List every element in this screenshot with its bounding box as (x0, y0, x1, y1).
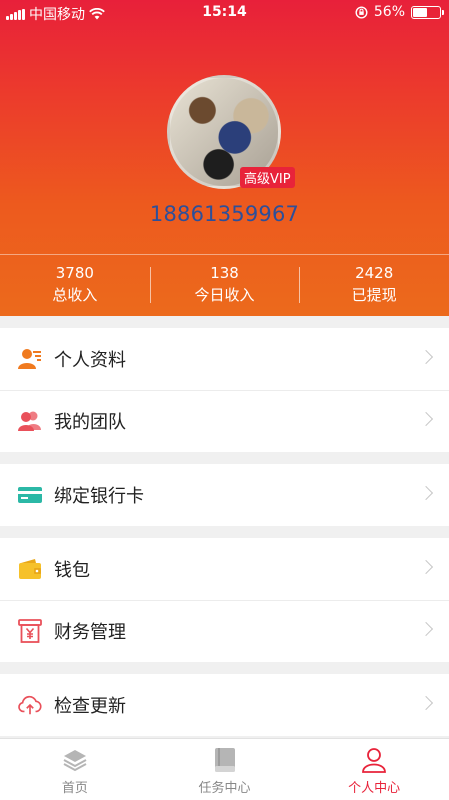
stats-bar: 3780 总收入 138 今日收入 2428 已提现 (0, 254, 449, 316)
profile-header: 中国移动 15:14 56% 高级VIP 18861359967 3780 总收… (0, 0, 449, 316)
menu-group-system: 检查更新 (0, 674, 449, 736)
chevron-right-icon (418, 621, 434, 637)
bank-card-icon (18, 483, 42, 507)
battery-percent: 56% (373, 4, 405, 20)
menu-item-bind-card[interactable]: 绑定银行卡 (0, 464, 449, 526)
user-icon (361, 747, 387, 773)
stat-today-income[interactable]: 138 今日收入 (149, 255, 300, 316)
stat-value: 3780 (55, 264, 94, 282)
menu-label: 我的团队 (54, 412, 126, 433)
user-phone: 18861359967 (149, 202, 300, 226)
stat-value: 138 (210, 264, 239, 282)
status-bar: 中国移动 15:14 56% (0, 0, 449, 24)
rotation-lock-icon (355, 5, 368, 19)
battery-icon (411, 5, 444, 19)
menu-label: 钱包 (54, 560, 90, 581)
menu-item-wallet[interactable]: 钱包 (0, 538, 449, 600)
menu-group-profile: 个人资料 我的团队 (0, 328, 449, 452)
cloud-upload-icon (18, 693, 42, 717)
menu-label: 检查更新 (54, 696, 126, 717)
stat-label: 总收入 (52, 286, 98, 304)
chevron-right-icon (418, 411, 434, 427)
stat-withdrawn[interactable]: 2428 已提现 (299, 255, 449, 316)
menu-list: 个人资料 我的团队 绑定银行卡 钱包 财务管理 检查更新 (0, 316, 449, 736)
tab-home[interactable]: 首页 (0, 739, 150, 800)
vip-badge: 高级VIP (240, 167, 295, 188)
team-icon (18, 409, 42, 433)
chevron-right-icon (418, 695, 434, 711)
stat-value: 2428 (355, 264, 394, 282)
layers-icon (62, 747, 88, 773)
book-icon (212, 747, 238, 773)
chevron-right-icon (418, 485, 434, 501)
tab-bar: 首页 任务中心 个人中心 (0, 738, 449, 800)
tab-label: 首页 (61, 781, 88, 796)
id-card-icon (18, 347, 42, 371)
menu-item-personal-info[interactable]: 个人资料 (0, 328, 449, 390)
chevron-right-icon (418, 559, 434, 575)
finance-icon (18, 619, 42, 643)
menu-label: 个人资料 (54, 350, 126, 371)
tab-label: 任务中心 (198, 781, 251, 796)
menu-label: 绑定银行卡 (54, 486, 144, 507)
menu-label: 财务管理 (54, 622, 126, 643)
menu-group-bank: 绑定银行卡 (0, 464, 449, 526)
menu-item-check-update[interactable]: 检查更新 (0, 674, 449, 736)
stat-label: 今日收入 (194, 286, 255, 304)
chevron-right-icon (418, 349, 434, 365)
menu-group-money: 钱包 财务管理 (0, 538, 449, 662)
stat-total-income[interactable]: 3780 总收入 (0, 255, 150, 316)
tab-label: 个人中心 (348, 781, 401, 796)
tab-task-center[interactable]: 任务中心 (150, 739, 300, 800)
menu-item-my-team[interactable]: 我的团队 (0, 390, 449, 452)
tab-profile[interactable]: 个人中心 (299, 739, 449, 800)
stat-label: 已提现 (351, 286, 397, 304)
menu-item-finance[interactable]: 财务管理 (0, 600, 449, 662)
wallet-icon (18, 557, 42, 581)
